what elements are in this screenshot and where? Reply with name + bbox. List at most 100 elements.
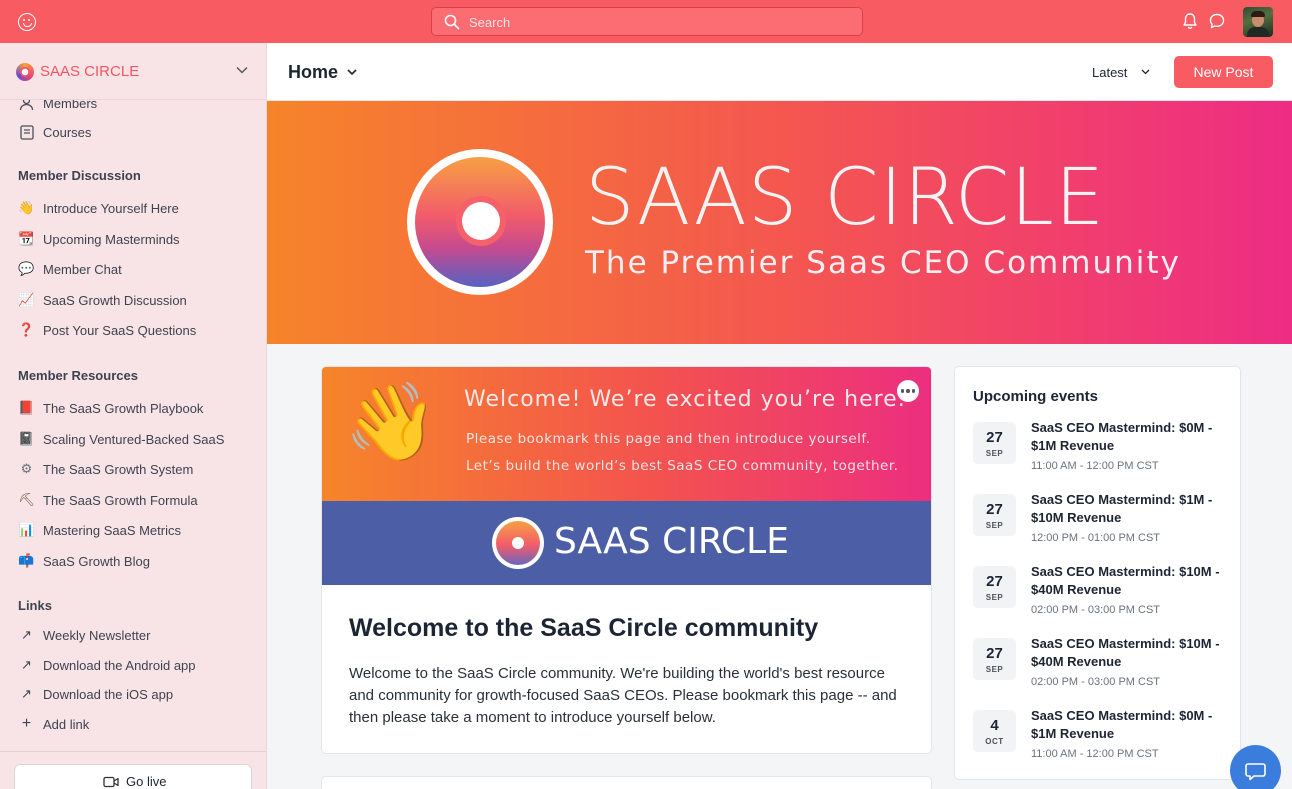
event-time: 12:00 PM - 01:00 PM CST: [1031, 532, 1160, 544]
avatar-body: [1247, 27, 1269, 37]
search-input[interactable]: Search: [431, 7, 863, 36]
question-mark-icon: ❓: [18, 322, 35, 337]
sidebar-item-upcoming-masterminds[interactable]: 📆 Upcoming Masterminds: [18, 229, 180, 249]
event-month: SEP: [985, 593, 1004, 602]
sidebar-item-growth-system[interactable]: ⚙ The SaaS Growth System: [18, 459, 194, 479]
sidebar-item-label: Add link: [43, 716, 90, 732]
red-book-icon: 📕: [18, 400, 35, 415]
sidebar-item-courses[interactable]: Courses: [18, 122, 91, 142]
event-month: SEP: [985, 665, 1004, 674]
section-heading-member-discussion: Member Discussion: [18, 168, 141, 183]
avatar-hair: [1251, 11, 1265, 17]
sidebar-item-growth-formula[interactable]: ⛏ The SaaS Growth Formula: [18, 490, 198, 510]
event-day: 4: [990, 717, 999, 734]
event-title[interactable]: SaaS CEO Mastermind: $10M - $40M Revenue: [1031, 635, 1227, 671]
event-item[interactable]: 27 SEP SaaS CEO Mastermind: $0M - $1M Re…: [973, 419, 1233, 481]
post-body: Welcome to the SaaS Circle community. We…: [349, 665, 897, 726]
chat-bubble-icon: [1245, 763, 1266, 781]
sidebar-item-label: Courses: [43, 124, 92, 140]
chat-launcher-button[interactable]: [1230, 745, 1281, 789]
event-time: 02:00 PM - 03:00 PM CST: [1031, 676, 1160, 688]
bell-icon[interactable]: [1182, 12, 1198, 30]
sidebar-item-growth-playbook[interactable]: 📕 The SaaS Growth Playbook: [18, 398, 203, 418]
event-item[interactable]: 27 SEP SaaS CEO Mastermind: $10M - $40M …: [973, 563, 1233, 625]
welcome-post-card[interactable]: 👋 Welcome! We’re excited you’re here. Pl…: [321, 366, 932, 754]
page-header: Home Latest New Post: [267, 43, 1292, 101]
sidebar-item-saas-growth-discussion[interactable]: 📈 SaaS Growth Discussion: [18, 290, 187, 310]
chart-increasing-icon: 📈: [18, 292, 35, 307]
sidebar-link-weekly-newsletter[interactable]: ↗ Weekly Newsletter: [18, 625, 150, 645]
avatar[interactable]: [1243, 7, 1273, 37]
event-day: 27: [986, 573, 1003, 590]
brand-name: SAAS CIRCLE: [554, 521, 789, 562]
event-title[interactable]: SaaS CEO Mastermind: $0M - $1M Revenue: [1031, 707, 1227, 743]
bar-chart-icon: 📊: [18, 522, 35, 537]
gear-icon: ⚙: [20, 461, 33, 476]
sidebar-item-label: Upcoming Masterminds: [43, 231, 180, 247]
event-month: SEP: [985, 449, 1004, 458]
welcome-title: Welcome! We’re excited you’re here.: [464, 387, 906, 412]
sidebar-item-member-chat[interactable]: 💬 Member Chat: [18, 259, 122, 279]
community-logo-icon: [16, 63, 34, 81]
sidebar-link-android-app[interactable]: ↗ Download the Android app: [18, 655, 196, 675]
banner-title: SAAS CIRCLE: [585, 153, 1106, 243]
add-link-button[interactable]: + Add link: [18, 714, 89, 734]
chat-icon[interactable]: [1208, 12, 1226, 30]
sidebar-item-label: SaaS Growth Blog: [43, 553, 150, 569]
sidebar-item-label: Scaling Ventured-Backed SaaS: [43, 431, 225, 447]
sidebar-item-label: The SaaS Growth System: [43, 461, 194, 477]
sidebar-item-label: Weekly Newsletter: [43, 627, 151, 643]
chevron-down-icon: [236, 66, 248, 74]
event-date-badge: 27 SEP: [973, 638, 1016, 680]
welcome-line: Please bookmark this page and then intro…: [466, 431, 871, 447]
event-time: 11:00 AM - 12:00 PM CST: [1031, 748, 1159, 760]
more-options-icon[interactable]: [897, 380, 919, 402]
event-title[interactable]: SaaS CEO Mastermind: $1M - $10M Revenue: [1031, 491, 1227, 527]
event-date-badge: 27 SEP: [973, 494, 1016, 536]
welcome-line: Let’s build the world’s best SaaS CEO co…: [466, 458, 899, 474]
sidebar-item-label: SaaS Growth Discussion: [43, 292, 187, 308]
go-live-button[interactable]: Go live: [14, 764, 252, 789]
event-time: 11:00 AM - 12:00 PM CST: [1031, 460, 1159, 472]
sort-dropdown[interactable]: Latest: [1092, 65, 1127, 80]
event-title[interactable]: SaaS CEO Mastermind: $0M - $1M Revenue: [1031, 419, 1227, 455]
sidebar-item-label: The SaaS Growth Playbook: [43, 400, 204, 416]
chevron-down-icon[interactable]: [347, 69, 357, 76]
external-link-icon: ↗: [21, 627, 32, 642]
sidebar-link-ios-app[interactable]: ↗ Download the iOS app: [18, 684, 173, 704]
new-post-button[interactable]: New Post: [1174, 56, 1273, 88]
sidebar-item-label: The SaaS Growth Formula: [43, 492, 198, 508]
event-item[interactable]: 27 SEP SaaS CEO Mastermind: $10M - $40M …: [973, 635, 1233, 697]
sidebar-item-post-questions[interactable]: ❓ Post Your SaaS Questions: [18, 320, 196, 340]
chevron-down-icon[interactable]: [1141, 69, 1150, 75]
sidebar-item-growth-blog[interactable]: 📫 SaaS Growth Blog: [18, 551, 150, 571]
event-title[interactable]: SaaS CEO Mastermind: $10M - $40M Revenue: [1031, 563, 1227, 599]
event-day: 27: [986, 645, 1003, 662]
event-month: OCT: [985, 737, 1004, 746]
waving-hand-icon: 👋: [18, 200, 35, 215]
go-live-label: Go live: [126, 774, 167, 789]
pick-icon: ⛏: [18, 492, 35, 507]
sidebar-item-label: Member Chat: [43, 261, 122, 277]
calendar-icon: 📆: [18, 231, 35, 246]
event-item[interactable]: 27 SEP SaaS CEO Mastermind: $1M - $10M R…: [973, 491, 1233, 553]
event-day: 27: [986, 501, 1003, 518]
sidebar-item-label: Download the iOS app: [43, 686, 174, 702]
top-bar: Search: [0, 0, 1292, 43]
next-post-card[interactable]: [321, 776, 932, 789]
section-heading-links: Links: [18, 598, 52, 613]
event-day: 27: [986, 429, 1003, 446]
smiley-icon[interactable]: [18, 13, 36, 31]
post-title[interactable]: Welcome to the SaaS Circle community: [349, 614, 818, 643]
page-title[interactable]: Home: [288, 62, 338, 83]
sidebar-item-label: Introduce Yourself Here: [43, 200, 179, 216]
sidebar-item-introduce-yourself[interactable]: 👋 Introduce Yourself Here: [18, 198, 179, 218]
sidebar-item-label: Download the Android app: [43, 657, 196, 673]
event-date-badge: 27 SEP: [973, 422, 1016, 464]
sidebar-item-scaling-vc-saas[interactable]: 📓 Scaling Ventured-Backed SaaS: [18, 429, 224, 449]
mailbox-icon: 📫: [18, 553, 35, 568]
upcoming-events-panel: Upcoming events 27 SEP SaaS CEO Mastermi…: [954, 366, 1241, 780]
event-item[interactable]: 4 OCT SaaS CEO Mastermind: $0M - $1M Rev…: [973, 707, 1233, 769]
community-switcher[interactable]: SAAS CIRCLE: [0, 43, 266, 100]
sidebar-item-saas-metrics[interactable]: 📊 Mastering SaaS Metrics: [18, 520, 181, 540]
